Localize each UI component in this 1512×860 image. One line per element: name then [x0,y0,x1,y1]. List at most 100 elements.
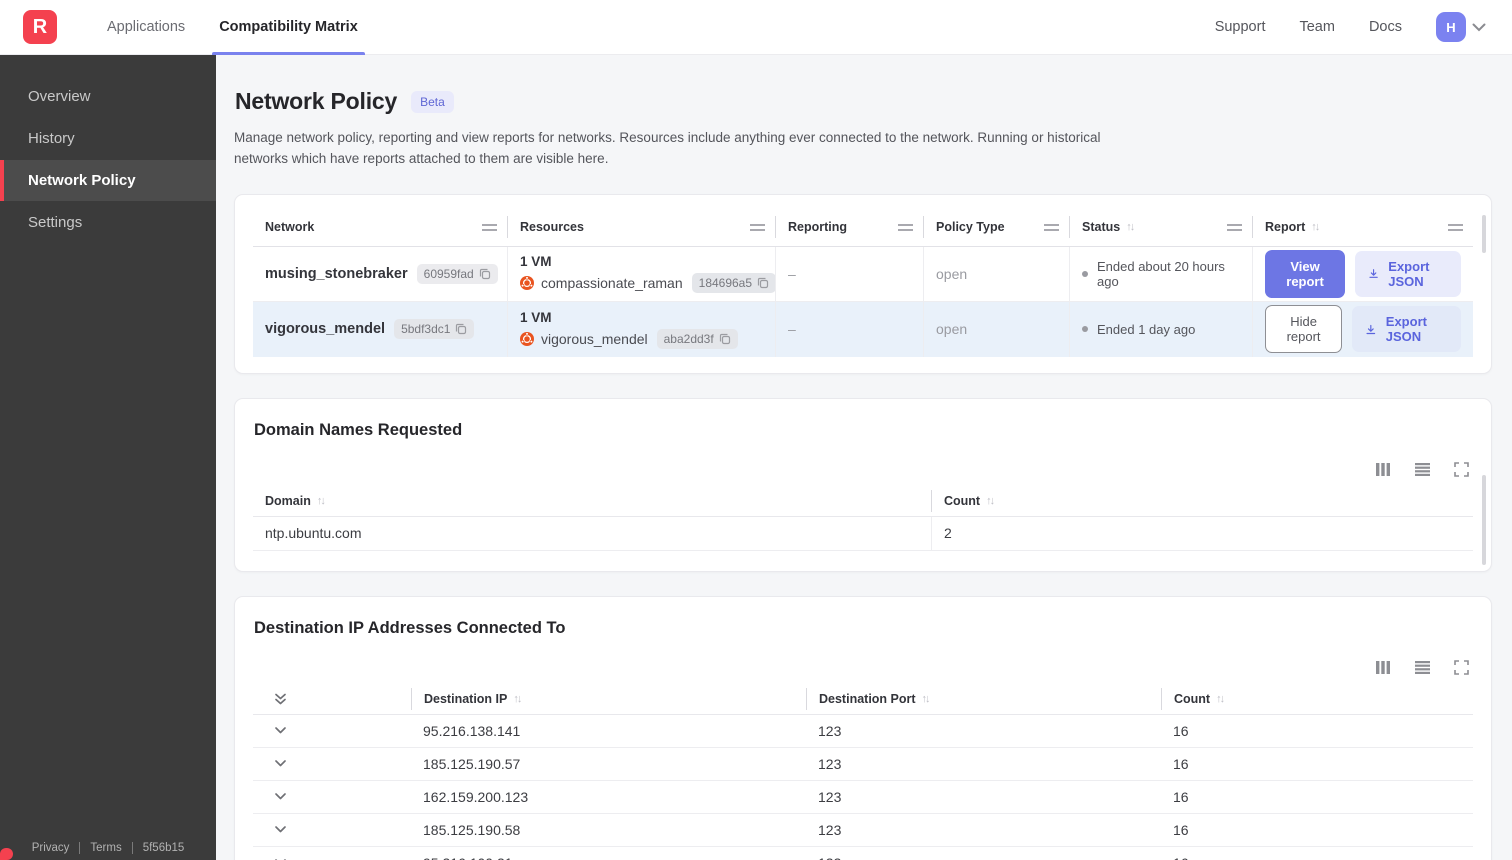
sort-icon[interactable]: ↑↓ [1126,221,1135,233]
sort-icon[interactable]: ↑↓ [513,693,522,705]
download-icon [1369,269,1378,279]
col-count: Count ↑↓ [931,490,1473,513]
nav-compatibility-matrix[interactable]: Compatibility Matrix [202,0,375,55]
app-logo[interactable]: R [23,10,57,44]
col-network: Network [253,216,507,238]
download-icon [1366,324,1376,334]
user-menu[interactable]: H [1436,12,1486,42]
avatar[interactable]: H [1436,12,1466,42]
privacy-link[interactable]: Privacy [32,842,70,854]
sort-icon[interactable]: ↑↓ [317,495,326,507]
chevron-down-icon [1472,23,1486,31]
col-resources: Resources [507,216,775,239]
expand-icon[interactable] [1454,462,1469,477]
columns-icon[interactable] [1375,660,1391,675]
link-docs[interactable]: Docs [1369,19,1402,35]
destination-port-cell: 123 [818,722,842,739]
column-resize-handle[interactable] [898,223,913,231]
column-resize-handle[interactable] [1227,223,1242,231]
export-json-button[interactable]: Export JSON [1355,250,1461,297]
nav-applications[interactable]: Applications [90,0,202,55]
policy-type-cell: open [923,246,1069,301]
table-scrollbar[interactable] [1482,474,1486,565]
terms-link[interactable]: Terms [90,842,121,854]
sort-icon[interactable]: ↑↓ [1216,693,1225,705]
page-title: Network Policy [235,88,398,114]
count-cell: 16 [1173,821,1189,838]
domain-row: ntp.ubuntu.com 2 [253,516,1473,551]
copy-icon[interactable] [719,333,731,345]
expand-icon[interactable] [1454,660,1469,675]
expand-all-icon[interactable] [265,692,287,706]
copy-icon[interactable] [455,323,467,335]
page-header: Network Policy Beta [234,88,1492,115]
link-support[interactable]: Support [1215,19,1266,35]
view-report-button[interactable]: View report [1265,249,1346,298]
sort-icon[interactable]: ↑↓ [986,495,995,507]
hide-report-button[interactable]: Hide report [1265,305,1343,354]
destination-port-cell: 123 [818,755,842,772]
divider [131,842,133,854]
network-name-cell: vigorous_mendel 5bdf3dc1 [253,302,507,357]
network-id-badge: 5bdf3dc1 [394,319,475,340]
sidebar-item-settings[interactable]: Settings [0,202,216,243]
copy-icon[interactable] [479,268,491,280]
expand-all-header [253,688,411,710]
column-resize-handle[interactable] [1448,223,1463,231]
col-domain: Domain ↑↓ [265,494,326,509]
sort-icon[interactable]: ↑↓ [1311,221,1320,233]
network-table: Network Resources Reporting Policy Type [253,209,1473,357]
destination-ip-cell: 95.216.100.21 [411,847,806,860]
status-cell: Ended 1 day ago [1069,301,1252,357]
table-toolbar [253,660,1469,675]
column-resize-handle[interactable] [482,223,497,231]
count-cell: 16 [1173,722,1189,739]
row-expand-icon[interactable] [265,825,287,834]
col-destination-ip: Destination IP ↑↓ [411,688,806,711]
link-team[interactable]: Team [1299,19,1334,35]
row-expand-icon[interactable] [265,792,287,801]
page-description: Manage network policy, reporting and vie… [234,130,1101,166]
col-reporting: Reporting [775,216,923,239]
sidebar-item-overview[interactable]: Overview [0,76,216,117]
copy-icon[interactable] [757,277,769,289]
count-cell: 16 [1173,755,1189,772]
export-json-button[interactable]: Export JSON [1352,306,1461,353]
sidebar: Overview History Network Policy Settings… [0,55,216,860]
beta-badge: Beta [411,90,454,113]
destination-row: 162.159.200.123 123 16 [253,781,1473,814]
resources-cell: 1 VM compassionate_raman 184696a5 [507,246,777,301]
row-expand-icon[interactable] [265,759,287,768]
report-cell: Hide report Export JSON [1252,301,1473,357]
column-resize-handle[interactable] [1044,223,1059,231]
column-resize-handle[interactable] [750,223,765,231]
app-window: R Applications Compatibility Matrix Supp… [0,0,1512,860]
card-title: Destination IP Addresses Connected To [254,618,566,637]
build-version: 5f56b15 [142,842,185,854]
destination-port-cell: 123 [806,847,1161,860]
reporting-cell: – [775,301,923,357]
destinations-table: Destination IP ↑↓ Destination Port ↑↓ Co… [253,685,1473,860]
destination-row: 185.125.190.58 123 16 [253,814,1473,847]
resource-id-badge: 184696a5 [691,273,777,294]
network-row: musing_stonebraker 60959fad 1 VM compass… [253,246,1473,302]
rows-icon[interactable] [1414,660,1431,675]
columns-icon[interactable] [1375,462,1391,477]
topbar-right: Support Team Docs H [1215,12,1512,42]
table-scrollbar[interactable] [1482,214,1486,253]
sort-icon[interactable]: ↑↓ [922,693,931,705]
col-count: Count ↑↓ [1161,688,1473,711]
sidebar-item-network-policy[interactable]: Network Policy [0,160,216,201]
policy-type-cell: open [923,301,1069,357]
col-report: Report ↑↓ [1252,216,1473,239]
col-status: Status ↑↓ [1069,216,1252,239]
row-expand-icon[interactable] [265,726,287,735]
resources-cell: 1 VM vigorous_mendel aba2dd3f [507,301,775,357]
destination-ip-cell: 185.125.190.58 [423,821,521,838]
status-cell: Ended about 20 hours ago [1069,246,1252,301]
col-destination-port: Destination Port ↑↓ [806,688,1161,711]
chat-launcher[interactable] [0,848,13,860]
count-cell: 16 [1161,847,1473,860]
sidebar-item-history[interactable]: History [0,118,216,159]
rows-icon[interactable] [1414,462,1431,477]
